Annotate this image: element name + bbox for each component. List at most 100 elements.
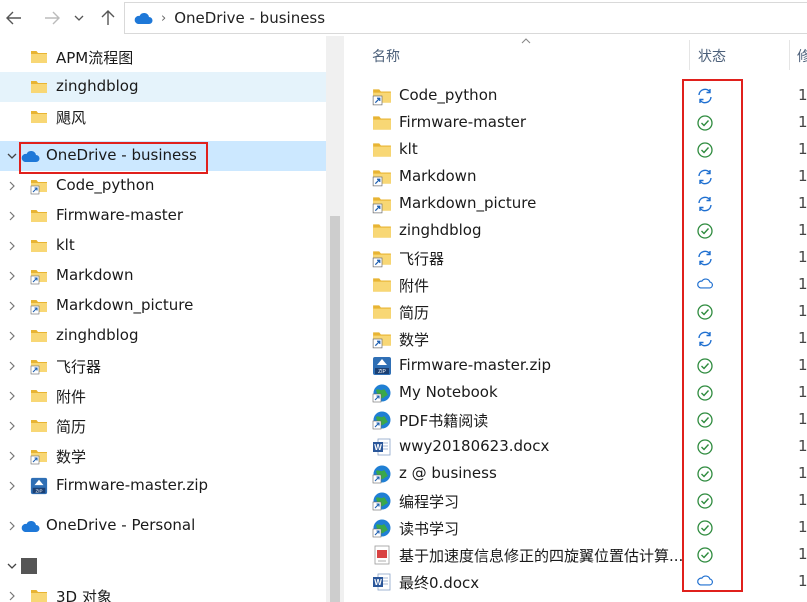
pdf-doc-icon: [372, 545, 392, 565]
file-list: 名称 状态 修 Code_python 1 Firmware-master 1 klt 1…: [344, 36, 807, 602]
nav-item-label: Firmware-master: [56, 206, 184, 224]
synced-check-icon: [696, 114, 714, 132]
file-row[interactable]: 数学 1: [368, 325, 807, 352]
expand-chevron-icon[interactable]: [6, 419, 18, 433]
column-header-name[interactable]: 名称: [372, 46, 400, 66]
address-bar[interactable]: › OneDrive - business: [124, 2, 807, 34]
expand-chevron-icon[interactable]: [6, 269, 18, 283]
expand-chevron-icon[interactable]: [6, 449, 18, 463]
word-doc-icon: W: [372, 437, 392, 457]
nav-scrollbar[interactable]: [326, 36, 344, 602]
folder-icon: [30, 387, 48, 405]
file-row[interactable]: W 最终0.docx 1: [368, 568, 807, 595]
nav-item[interactable]: [0, 551, 326, 581]
up-button[interactable]: [96, 6, 120, 30]
address-path[interactable]: OneDrive - business: [174, 9, 325, 27]
nav-item[interactable]: 飓风: [0, 102, 326, 132]
file-row[interactable]: 基于加速度信息修正的四旋翼位置估计算... 1: [368, 541, 807, 568]
expand-chevron-icon[interactable]: [6, 359, 18, 373]
nav-item[interactable]: klt: [0, 231, 326, 261]
file-name: Firmware-master: [399, 113, 527, 131]
file-modified-date: 1: [798, 140, 807, 158]
file-name: 读书学习: [399, 520, 460, 538]
nav-item[interactable]: Markdown_picture: [0, 291, 326, 321]
nav-item-label: zinghdblog: [56, 326, 139, 344]
file-row[interactable]: zinghdblog 1: [368, 217, 807, 244]
file-row[interactable]: 简历 1: [368, 298, 807, 325]
file-row[interactable]: Wwwy20180623.docx 1: [368, 433, 807, 460]
nav-item[interactable]: ZIP Firmware-master.zip: [0, 471, 326, 501]
file-modified-date: 1: [798, 572, 807, 590]
globe-link-icon: [372, 491, 392, 511]
nav-item[interactable]: Firmware-master: [0, 201, 326, 231]
file-row[interactable]: 读书学习 1: [368, 514, 807, 541]
column-divider[interactable]: [789, 40, 790, 70]
file-name: klt: [399, 140, 418, 158]
file-row[interactable]: 编程学习 1: [368, 487, 807, 514]
nav-item[interactable]: APM流程图: [0, 42, 326, 72]
expand-chevron-icon[interactable]: [6, 239, 18, 253]
nav-item[interactable]: 飞行器: [0, 351, 326, 381]
column-header-status[interactable]: 状态: [698, 46, 726, 66]
back-button[interactable]: [2, 6, 26, 30]
nav-item[interactable]: 简历: [0, 411, 326, 441]
collapse-chevron-icon[interactable]: [6, 149, 18, 163]
up-arrow-icon: [101, 10, 115, 25]
nav-item-label: 附件: [56, 388, 87, 406]
folder-icon: [30, 417, 48, 435]
expand-chevron-icon[interactable]: [6, 329, 18, 343]
file-name: 简历: [399, 304, 430, 322]
nav-item[interactable]: zinghdblog: [0, 72, 326, 102]
expand-chevron-icon[interactable]: [6, 479, 18, 493]
expand-chevron-icon[interactable]: [6, 389, 18, 403]
nav-item[interactable]: Code_python: [0, 171, 326, 201]
file-row[interactable]: 附件 1: [368, 271, 807, 298]
file-row[interactable]: z @ business 1: [368, 460, 807, 487]
file-modified-date: 1: [798, 194, 807, 212]
file-name: z @ business: [399, 464, 497, 482]
file-name: Firmware-master.zip: [399, 356, 552, 374]
nav-item[interactable]: Markdown: [0, 261, 326, 291]
nav-item[interactable]: zinghdblog: [0, 321, 326, 351]
folder-shortcut-icon: [372, 329, 392, 349]
expand-chevron-icon[interactable]: [6, 209, 18, 223]
column-header-modified[interactable]: 修: [797, 46, 807, 66]
cloud-only-icon: [696, 276, 714, 294]
zip-icon: ZIP: [30, 477, 48, 495]
file-row[interactable]: Code_python 1: [368, 82, 807, 109]
folder-shortcut-icon: [30, 177, 48, 195]
nav-item[interactable]: 数学: [0, 441, 326, 471]
nav-item[interactable]: OneDrive - Personal: [0, 511, 326, 541]
file-row[interactable]: ZIP Firmware-master.zip 1: [368, 352, 807, 379]
file-row[interactable]: My Notebook 1: [368, 379, 807, 406]
file-row[interactable]: Markdown_picture 1: [368, 190, 807, 217]
file-row[interactable]: klt 1: [368, 136, 807, 163]
expand-chevron-icon[interactable]: [6, 589, 18, 602]
nav-item[interactable]: 附件: [0, 381, 326, 411]
file-modified-date: 1: [798, 437, 807, 455]
file-name: PDF书籍阅读: [399, 412, 489, 430]
file-row[interactable]: Markdown 1: [368, 163, 807, 190]
file-modified-date: 1: [798, 302, 807, 320]
nav-item[interactable]: 3D 对象: [0, 581, 326, 602]
nav-item-label: 飓风: [56, 109, 87, 127]
file-row[interactable]: 飞行器 1: [368, 244, 807, 271]
cloud-icon: [20, 147, 40, 165]
pc-icon: [20, 557, 38, 575]
folder-icon: [372, 113, 392, 133]
expand-chevron-icon[interactable]: [6, 179, 18, 193]
forward-button[interactable]: [40, 6, 64, 30]
file-row[interactable]: PDF书籍阅读 1: [368, 406, 807, 433]
recent-locations-button[interactable]: [72, 6, 86, 30]
file-row[interactable]: Firmware-master 1: [368, 109, 807, 136]
expand-chevron-icon[interactable]: [6, 299, 18, 313]
nav-scrollbar-thumb[interactable]: [330, 216, 340, 602]
svg-text:ZIP: ZIP: [378, 369, 386, 375]
file-name: 基于加速度信息修正的四旋翼位置估计算...: [399, 547, 684, 565]
nav-item[interactable]: OneDrive - business: [0, 141, 326, 171]
expand-chevron-icon[interactable]: [6, 519, 18, 533]
collapse-chevron-icon[interactable]: [6, 559, 18, 573]
file-name: 编程学习: [399, 493, 460, 511]
globe-link-icon: [372, 464, 392, 484]
column-divider[interactable]: [689, 40, 690, 70]
